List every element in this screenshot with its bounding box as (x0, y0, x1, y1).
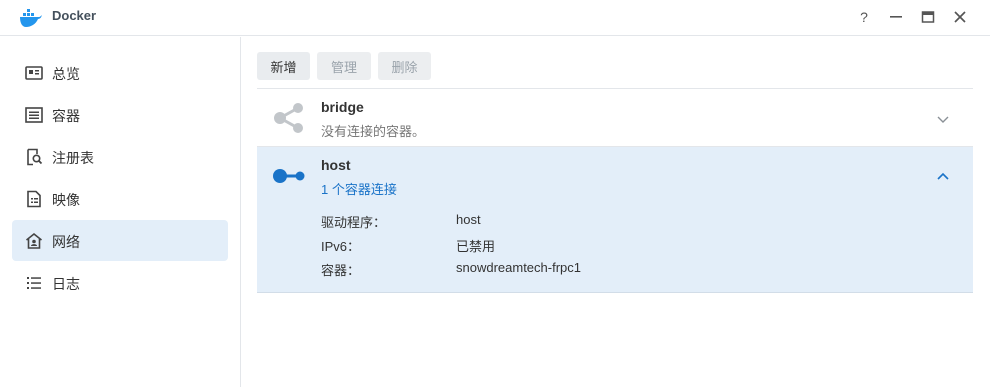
container-list-icon (25, 107, 43, 123)
driver-label: 驱动程序： (321, 215, 387, 230)
docker-whale-icon (20, 9, 42, 27)
network-name: bridge (321, 99, 364, 115)
sidebar-item-overview[interactable]: 总览 (12, 52, 228, 93)
sidebar-item-images[interactable]: 映像 (12, 178, 228, 219)
network-row-host[interactable]: host 1 个容器连接 驱动程序： host IPv6： 已禁用 容器： sn… (257, 147, 973, 293)
delete-button[interactable]: 删除 (378, 52, 431, 80)
image-doc-icon (27, 190, 41, 208)
sidebar-item-label: 映像 (52, 192, 80, 208)
container-value: snowdreamtech-frpc1 (456, 260, 581, 275)
registry-search-icon (27, 148, 43, 166)
sidebar: 总览 容器 注册表 映像 网络 日志 (0, 37, 241, 387)
driver-value: host (456, 212, 481, 227)
help-icon[interactable]: ? (853, 6, 875, 28)
network-status: 没有连接的容器。 (321, 124, 426, 139)
network-name: host (321, 157, 351, 173)
host-connector-icon (273, 169, 305, 183)
chevron-down-icon[interactable] (933, 109, 953, 129)
new-button[interactable]: 新增 (257, 52, 310, 80)
sidebar-item-label: 注册表 (52, 150, 94, 166)
sidebar-item-label: 日志 (52, 276, 80, 292)
network-row-bridge[interactable]: bridge 没有连接的容器。 (257, 89, 973, 147)
sidebar-item-label: 总览 (52, 66, 80, 82)
network-status[interactable]: 1 个容器连接 (321, 179, 397, 198)
ipv6-label: IPv6： (321, 239, 361, 254)
container-label: 容器： (321, 263, 361, 278)
maximize-icon[interactable] (917, 6, 939, 28)
share-icon (274, 103, 303, 133)
sidebar-item-label: 网络 (52, 234, 80, 250)
close-icon[interactable] (949, 6, 971, 28)
app-title: Docker (52, 8, 97, 23)
minimize-icon[interactable] (885, 6, 907, 28)
chevron-up-icon[interactable] (933, 167, 953, 187)
log-list-icon (27, 277, 41, 289)
overview-card-icon (25, 66, 43, 80)
network-house-icon (26, 232, 42, 249)
sidebar-item-label: 容器 (52, 108, 80, 124)
title-bar: Docker ? (0, 0, 990, 36)
sidebar-item-containers[interactable]: 容器 (12, 94, 228, 135)
sidebar-item-registry[interactable]: 注册表 (12, 136, 228, 177)
ipv6-value: 已禁用 (456, 239, 496, 254)
manage-button[interactable]: 管理 (317, 52, 371, 80)
sidebar-item-network[interactable]: 网络 (12, 220, 228, 261)
sidebar-item-logs[interactable]: 日志 (12, 262, 228, 303)
